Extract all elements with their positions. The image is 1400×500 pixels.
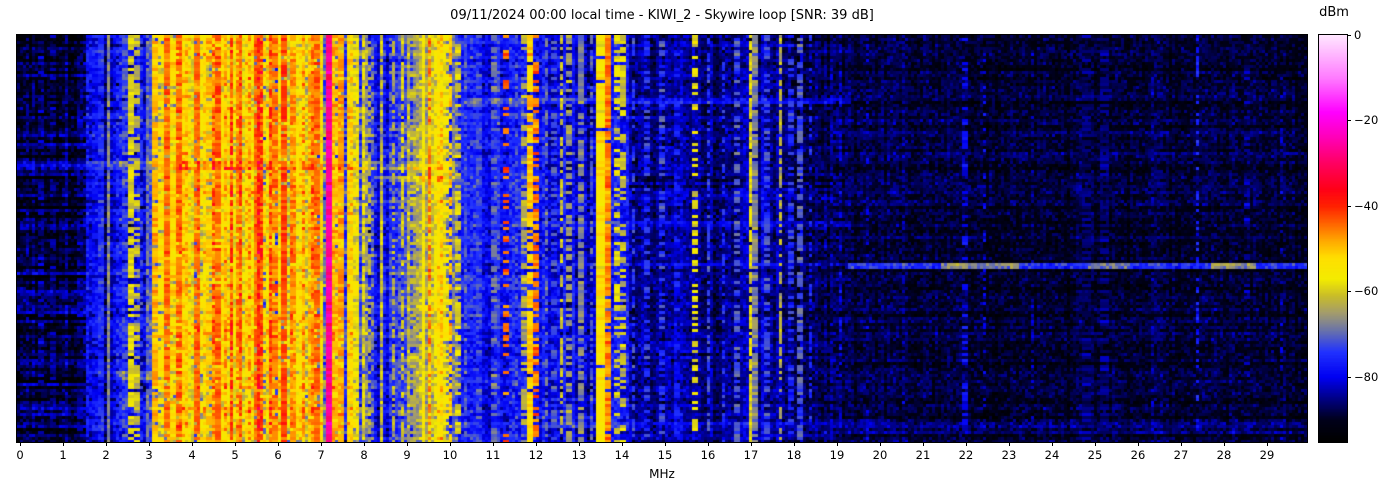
x-tick-label: 11 [485,448,501,462]
x-tick-label: 12 [528,448,544,462]
x-tick-mark [493,442,494,446]
x-tick-label: 0 [16,448,24,462]
x-tick-label: 2 [102,448,110,462]
x-tick-mark [1267,442,1268,446]
x-tick-mark [665,442,666,446]
x-tick-mark [450,442,451,446]
plot-frame [16,34,1308,443]
x-tick-mark [1138,442,1139,446]
x-tick-label: 17 [743,448,759,462]
x-tick-mark [1095,442,1096,446]
x-tick-mark [794,442,795,446]
colorbar-label: dBm [1319,5,1349,20]
x-tick-mark [1224,442,1225,446]
x-tick-mark [1181,442,1182,446]
x-tick-mark [622,442,623,446]
x-tick-mark [149,442,150,446]
x-tick-mark [235,442,236,446]
x-tick-label: 4 [188,448,196,462]
x-tick-mark [966,442,967,446]
x-tick-mark [708,442,709,446]
colorbar-tick-mark [1347,35,1351,36]
x-tick-label: 21 [915,448,931,462]
x-tick-label: 26 [1130,448,1146,462]
x-tick-mark [364,442,365,446]
x-tick-mark [536,442,537,446]
x-tick-mark [192,442,193,446]
x-tick-label: 28 [1216,448,1232,462]
plot-title: 09/11/2024 00:00 local time - KIWI_2 - S… [450,8,874,23]
x-axis-label: MHz [649,467,675,481]
x-tick-mark [63,442,64,446]
x-tick-mark [321,442,322,446]
x-tick-mark [751,442,752,446]
x-tick-label: 23 [1001,448,1017,462]
x-tick-mark [1009,442,1010,446]
colorbar-tick-label: −20 [1354,113,1379,128]
x-tick-mark [880,442,881,446]
waterfall-heatmap [17,35,1307,442]
x-tick-label: 5 [231,448,239,462]
x-tick-mark [579,442,580,446]
x-tick-label: 27 [1173,448,1189,462]
x-tick-label: 10 [442,448,458,462]
x-tick-label: 18 [786,448,802,462]
colorbar-tick-label: −40 [1354,198,1379,213]
x-tick-mark [837,442,838,446]
colorbar-frame [1318,34,1348,443]
colorbar-gradient [1319,35,1347,442]
colorbar-tick-label: −60 [1354,284,1379,299]
x-tick-label: 19 [829,448,845,462]
x-tick-label: 9 [403,448,411,462]
x-tick-label: 7 [317,448,325,462]
colorbar-tick-label: 0 [1354,28,1362,42]
x-tick-mark [923,442,924,446]
x-tick-label: 24 [1044,448,1060,462]
x-tick-label: 15 [657,448,673,462]
x-tick-mark [20,442,21,446]
x-tick-label: 14 [614,448,630,462]
x-tick-label: 29 [1259,448,1275,462]
x-tick-mark [106,442,107,446]
colorbar-tick-mark [1347,120,1351,122]
spectrogram-figure: 09/11/2024 00:00 local time - KIWI_2 - S… [0,0,1400,500]
colorbar-tick-mark [1347,205,1351,207]
x-tick-mark [407,442,408,446]
x-tick-mark [278,442,279,446]
x-tick-label: 16 [700,448,716,462]
x-tick-label: 25 [1087,448,1103,462]
colorbar-tick-label: −80 [1354,369,1379,384]
x-tick-mark [1052,442,1053,446]
x-tick-label: 20 [872,448,888,462]
x-tick-label: 8 [360,448,368,462]
x-tick-label: 3 [145,448,153,462]
colorbar-tick-mark [1347,376,1351,378]
x-tick-label: 22 [958,448,974,462]
colorbar-tick-mark [1347,291,1351,293]
x-tick-label: 6 [274,448,282,462]
x-tick-label: 1 [59,448,67,462]
x-tick-label: 13 [571,448,587,462]
